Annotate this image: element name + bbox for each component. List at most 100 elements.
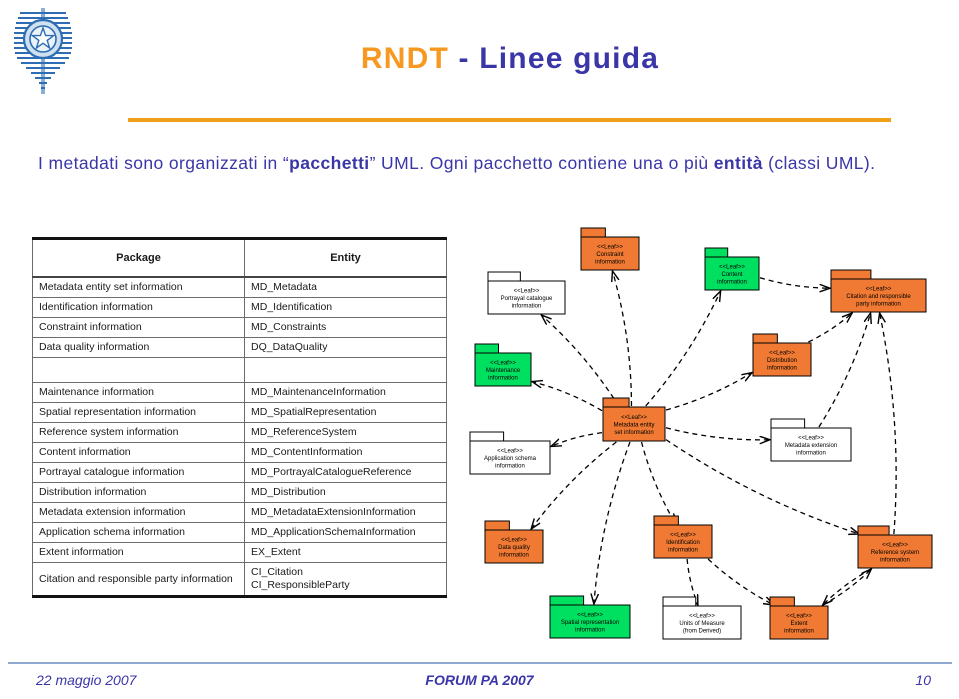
uml-stereotype-label: <<Leaf>> (670, 532, 696, 538)
uml-package-label: information (784, 629, 814, 635)
table-row: Identification information MD_Identificat… (32, 297, 447, 318)
uml-package-label: Application schema (484, 456, 537, 462)
uml-package-appschema: <<Leaf>> Application schema information (469, 431, 551, 475)
cell-package: Portrayal catalogue information (32, 462, 245, 483)
uml-package-label: information (595, 260, 625, 266)
footer-event: FORUM PA 2007 (425, 672, 534, 688)
uml-package-label: Metadata entity (613, 422, 654, 428)
page-title: RNDT - Linee guida (128, 42, 892, 76)
cell-entity: MD_Metadata (244, 276, 447, 298)
cell-package: Content information (32, 442, 245, 463)
uml-package-label: Citation and responsible (846, 294, 911, 300)
uml-dependency-refsystem-to-citation (880, 313, 897, 535)
body-paragraph: I metadati sono organizzati in “pacchett… (38, 150, 914, 176)
uml-package-refsystem: <<Leaf>> Reference system information (857, 525, 933, 569)
cell-package: Extent information (32, 542, 245, 563)
body-text-part2: ” UML. Ogni pacchetto contiene una o più (369, 153, 714, 173)
table-row: Extent information EX_Extent (32, 542, 447, 563)
cell-package: Distribution information (32, 482, 245, 503)
uml-package-distribution: <<Leaf>> Distribution information (752, 333, 812, 377)
uml-package-label: information (880, 558, 910, 564)
uml-stereotype-label: <<Leaf>> (577, 612, 603, 618)
cell-package: Application schema information (32, 522, 245, 543)
uml-package-content: <<Leaf>> Content information (704, 247, 760, 291)
uml-package-citation: <<Leaf>> Citation and responsible party in… (830, 269, 927, 313)
uml-package-portrayal: <<Leaf>> Portrayal catalogue information (487, 271, 566, 315)
uml-package-extent: <<Leaf>> Extent information (769, 596, 829, 640)
cell-entity: MD_ContentInformation (244, 442, 447, 463)
uml-dependency-identification-to-extent (707, 558, 774, 605)
cell-package: Reference system information (32, 422, 245, 443)
table-row: Portrayal catalogue information MD_Portra… (32, 462, 447, 483)
uml-package-label: Data quality (498, 545, 530, 551)
uml-package-label: (from Derived) (683, 629, 721, 635)
cell-entity: MD_Constraints (244, 317, 447, 338)
cell-entity: CI_Citation CI_ResponsibleParty (244, 562, 447, 598)
cell-entity: MD_MetadataExtensionInformation (244, 502, 447, 523)
uml-stereotype-label: <<Leaf>> (490, 360, 516, 366)
uml-stereotype-label: <<Leaf>> (798, 435, 824, 441)
uml-package-label: information (668, 548, 698, 554)
uml-package-label: information (499, 553, 529, 559)
cell-package: Identification information (32, 297, 245, 318)
title-divider (128, 118, 891, 122)
table-row: Constraint information MD_Constraints (32, 317, 447, 338)
uml-package-unitsmeasure: <<Leaf>> Units of Measure (from Derived) (662, 596, 742, 640)
uml-dependency-distribution-to-citation (808, 313, 852, 343)
cell-entity: MD_Distribution (244, 482, 447, 503)
cell-entity: EX_Extent (244, 542, 447, 563)
table-row: Metadata entity set information MD_Metada… (32, 276, 447, 298)
cell-package (32, 357, 245, 383)
italian-republic-emblem-logo (12, 8, 74, 94)
uml-dependency-core-to-spatialrep (594, 441, 631, 604)
uml-stereotype-label: <<Leaf>> (597, 244, 623, 250)
uml-stereotype-label: <<Leaf>> (689, 613, 715, 619)
table-header-row: Package Entity (32, 237, 447, 278)
cell-package: Spatial representation information (32, 402, 245, 423)
body-text-bold-entita: entità (713, 153, 763, 173)
uml-stereotype-label: <<Leaf>> (786, 613, 812, 619)
table-row: Reference system information MD_Reference… (32, 422, 447, 443)
uml-package-label: Metadata extension (785, 443, 837, 449)
uml-stereotype-label: <<Leaf>> (501, 537, 527, 543)
table-row: Metadata extension information MD_Metadat… (32, 502, 447, 523)
cell-entity: DQ_DataQuality (244, 337, 447, 358)
cell-entity: MD_ApplicationSchemaInformation (244, 522, 447, 543)
cell-entity: MD_MaintenanceInformation (244, 382, 447, 403)
cell-package: Data quality information (32, 337, 245, 358)
uml-package-label: Constraint (596, 252, 624, 258)
body-text-bold-pacchetti: pacchetti (289, 153, 370, 173)
page-title-rest: - Linee guida (448, 42, 660, 75)
uml-dependency-core-to-distribution (665, 373, 752, 411)
uml-package-label: information (717, 280, 747, 286)
uml-dependency-mdextension-to-citation (818, 313, 871, 428)
uml-stereotype-label: <<Leaf>> (514, 288, 540, 294)
uml-package-label: Identification (666, 540, 700, 546)
uml-package-constraint: <<Leaf>> Constraint information (580, 227, 640, 271)
cell-entity: MD_SpatialRepresentation (244, 402, 447, 423)
uml-package-mdextension: <<Leaf>> Metadata extension information (770, 418, 852, 462)
uml-package-label: party information (856, 302, 901, 308)
uml-dependency-extent-to-refsystem (822, 569, 872, 606)
uml-package-label: Spatial representation (561, 620, 619, 626)
cell-package: Maintenance information (32, 382, 245, 403)
uml-dependency-core-to-mdextension (665, 427, 770, 440)
uml-stereotype-label: <<Leaf>> (497, 448, 523, 454)
uml-package-label: Reference system (871, 550, 919, 556)
uml-package-label: information (488, 376, 518, 382)
uml-package-label: Content (721, 272, 742, 278)
uml-stereotype-label: <<Leaf>> (621, 415, 647, 421)
uml-dependency-core-to-constraint (612, 271, 633, 407)
uml-package-label: Maintenance (486, 368, 521, 374)
cell-package: Metadata extension information (32, 502, 245, 523)
cell-entity: MD_Identification (244, 297, 447, 318)
uml-package-label: information (796, 451, 826, 457)
package-entity-table: Package Entity Metadata entity set infor… (32, 237, 447, 598)
page-title-brand: RNDT (360, 42, 449, 75)
uml-package-label: information (512, 304, 542, 310)
table-row: Application schema information MD_Applica… (32, 522, 447, 543)
uml-package-maintenance: <<Leaf>> Maintenance information (474, 343, 532, 387)
uml-dependency-core-to-identification (640, 441, 676, 524)
cell-package: Constraint information (32, 317, 245, 338)
table-row: Data quality information DQ_DataQuality (32, 337, 447, 358)
